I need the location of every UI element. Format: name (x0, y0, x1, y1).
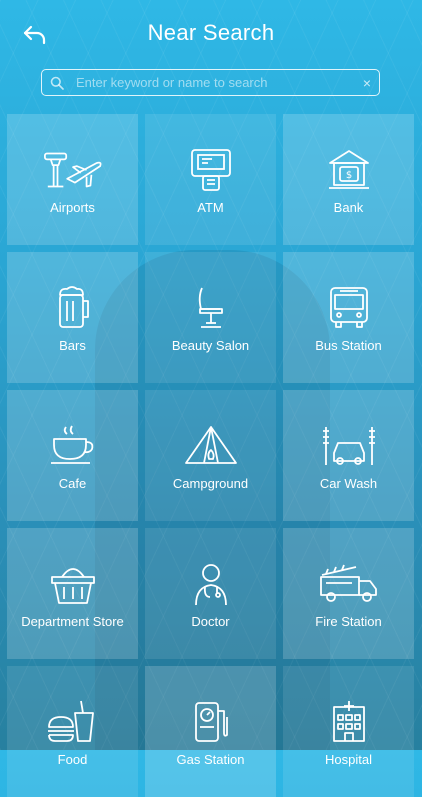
category-label: Airports (50, 200, 95, 215)
svg-text:$: $ (345, 170, 351, 181)
gas-pump-icon (180, 698, 242, 746)
category-tile-airports[interactable]: Airports (7, 114, 138, 245)
category-tile-atm[interactable]: ATM (145, 114, 276, 245)
atm-icon (180, 146, 242, 194)
category-label: Doctor (191, 614, 230, 629)
hospital-icon (318, 698, 380, 746)
coffee-cup-icon (42, 422, 104, 470)
fast-food-icon (42, 698, 104, 746)
category-label: Department Store (21, 614, 124, 629)
category-tile-car-wash[interactable]: Car Wash (283, 390, 414, 521)
category-tile-food[interactable]: Food (7, 666, 138, 797)
category-grid: Airports ATM $ Bank Bars Beauty Salon Bu… (7, 114, 417, 797)
category-label: Bank (333, 200, 364, 215)
category-label: Bars (59, 338, 86, 353)
doctor-icon (180, 560, 242, 608)
category-label: Fire Station (315, 614, 382, 629)
category-label: Beauty Salon (171, 338, 250, 353)
beer-icon (42, 284, 104, 332)
search-input[interactable] (70, 75, 355, 90)
salon-chair-icon (180, 284, 242, 332)
category-label: Food (57, 752, 88, 767)
category-tile-bars[interactable]: Bars (7, 252, 138, 383)
category-tile-fire-station[interactable]: Fire Station (283, 528, 414, 659)
search-icon (50, 76, 70, 90)
category-tile-cafe[interactable]: Cafe (7, 390, 138, 521)
header: Near Search (0, 0, 422, 64)
category-tile-hospital[interactable]: Hospital (283, 666, 414, 797)
search-bar[interactable]: × (41, 69, 380, 96)
tent-icon (180, 422, 242, 470)
car-wash-icon (318, 422, 380, 470)
category-label: Campground (172, 476, 249, 491)
category-label: Car Wash (319, 476, 378, 491)
category-tile-bus-station[interactable]: Bus Station (283, 252, 414, 383)
page-title: Near Search (147, 20, 275, 45)
shopping-basket-icon (42, 560, 104, 608)
category-label: Cafe (58, 476, 87, 491)
bank-icon: $ (318, 146, 380, 194)
bus-icon (318, 284, 380, 332)
category-tile-bank[interactable]: $ Bank (283, 114, 414, 245)
category-tile-department-store[interactable]: Department Store (7, 528, 138, 659)
category-label: Bus Station (315, 338, 382, 353)
fire-truck-icon (318, 560, 380, 608)
category-label: ATM (197, 200, 224, 215)
clear-search-icon[interactable]: × (355, 75, 379, 91)
category-tile-campground[interactable]: Campground (145, 390, 276, 521)
category-tile-doctor[interactable]: Doctor (145, 528, 276, 659)
category-label: Gas Station (176, 752, 245, 767)
category-tile-gas-station[interactable]: Gas Station (145, 666, 276, 797)
category-tile-beauty-salon[interactable]: Beauty Salon (145, 252, 276, 383)
category-label: Hospital (325, 752, 372, 767)
airport-icon (42, 146, 104, 194)
